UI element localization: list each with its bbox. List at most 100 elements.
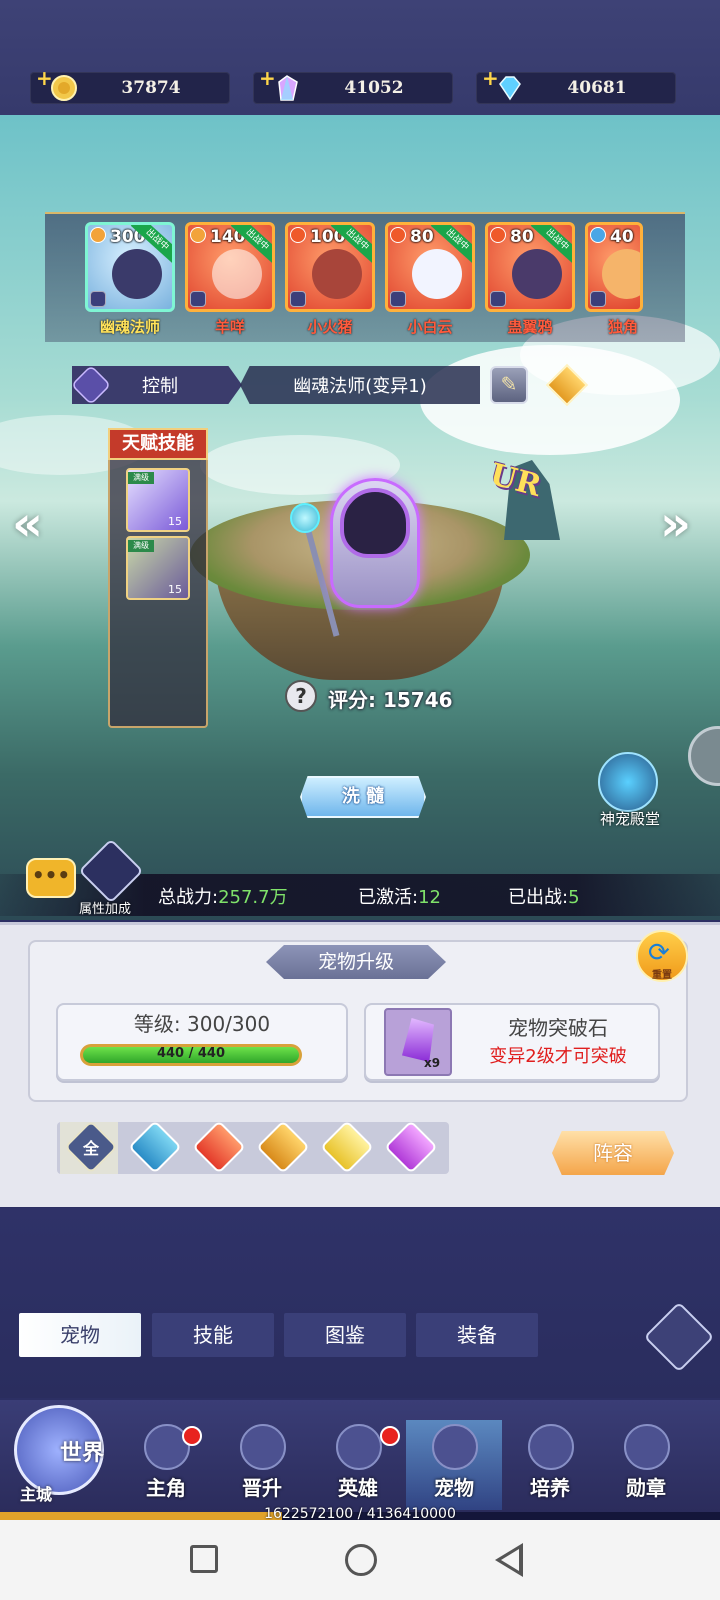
- crystal-value: 41052: [344, 78, 404, 98]
- crystal-icon: [278, 75, 298, 101]
- nav-cultivate[interactable]: 培养: [502, 1420, 598, 1510]
- control-class-icon: [390, 291, 406, 307]
- pet-card-name: 独角: [607, 318, 638, 336]
- talent-skill-slot[interactable]: 满级 15: [126, 536, 190, 600]
- gold-counter[interactable]: + 37874: [30, 66, 230, 104]
- breakthrough-warning: 变异2级才可突破: [489, 1046, 627, 1067]
- tab-skill[interactable]: 技能: [152, 1313, 274, 1357]
- recent-apps-icon[interactable]: [190, 1545, 218, 1573]
- pet-portrait: [212, 249, 262, 299]
- pet-card[interactable]: 100 出战中: [285, 222, 375, 312]
- chat-bubble-icon[interactable]: •••: [26, 858, 76, 898]
- wash-marrow-button[interactable]: 洗 髓: [300, 776, 426, 818]
- level-text: 等级: 300/300: [133, 1012, 271, 1036]
- notification-dot: [380, 1426, 400, 1446]
- diamond-icon: [499, 76, 521, 101]
- max-level-badge: 满级: [128, 472, 154, 484]
- hero-helmet-icon: [336, 1424, 382, 1470]
- world-label: 世界: [60, 1441, 105, 1466]
- pet-level: 80: [410, 227, 434, 247]
- control-class-icon: [90, 291, 106, 307]
- nav-label: 勋章: [626, 1476, 666, 1500]
- pet-cat-icon: [432, 1424, 478, 1470]
- defense-class-icon: [590, 291, 606, 307]
- defense-class-icon: [190, 291, 206, 307]
- talent-skill-title: 天赋技能: [108, 428, 208, 460]
- next-pet-arrow[interactable]: »: [660, 496, 691, 552]
- pet-card-name: 幽魂法师: [99, 318, 160, 336]
- nav-promotion[interactable]: 晋升: [214, 1420, 310, 1510]
- total-power: 总战力:257.7万: [158, 883, 288, 909]
- pet-card-name: 羊咩: [214, 318, 245, 336]
- pet-name: 幽魂法师(变异1): [293, 376, 427, 397]
- pet-card[interactable]: 140 出战中: [185, 222, 275, 312]
- tab-codex[interactable]: 图鉴: [284, 1313, 406, 1357]
- pet-portrait: [602, 249, 640, 299]
- lineup-button[interactable]: 阵容: [552, 1131, 674, 1175]
- pet-card[interactable]: 40: [585, 222, 643, 312]
- main-city-label: 主城: [20, 1485, 53, 1504]
- pet-card-name: 小火猪: [307, 318, 353, 336]
- pet-portrait: [412, 249, 462, 299]
- nav-label: 宠物: [434, 1476, 474, 1500]
- water-element-icon: [590, 227, 606, 243]
- help-icon[interactable]: ?: [285, 680, 317, 712]
- nav-medal[interactable]: 勋章: [598, 1420, 694, 1510]
- pet-level: 40: [610, 227, 634, 247]
- reset-button[interactable]: ⟳ 重置: [636, 930, 688, 982]
- nav-pet[interactable]: 宠物: [406, 1420, 502, 1510]
- activated-value: 12: [418, 887, 441, 908]
- refresh-icon: ⟳: [648, 938, 670, 968]
- filter-all-label: 全: [82, 1139, 99, 1158]
- world-button[interactable]: 世界 主城: [8, 1395, 118, 1510]
- deployed-count: 已出战:5: [508, 883, 580, 909]
- promotion-icon: [240, 1424, 286, 1470]
- activated-label: 已激活:: [358, 887, 419, 908]
- pet-card-name: 小白云: [407, 318, 453, 336]
- skill-level: 15: [168, 515, 182, 528]
- feather-icon: ✎: [500, 372, 518, 396]
- pet-card[interactable]: 300 出战中: [85, 222, 175, 312]
- medal-icon: [624, 1424, 670, 1470]
- crystal-counter[interactable]: + 41052: [253, 66, 453, 104]
- attribute-bonus-label[interactable]: 属性加成: [68, 898, 142, 917]
- pet-card[interactable]: 80 出战中: [485, 222, 575, 312]
- previous-pet-arrow[interactable]: «: [12, 496, 43, 552]
- back-icon-inner: [501, 1549, 519, 1571]
- pet-card[interactable]: 80 出战中: [385, 222, 475, 312]
- tab-equipment[interactable]: 装备: [416, 1313, 538, 1357]
- gold-value: 37874: [121, 78, 181, 98]
- nav-label: 英雄: [338, 1476, 378, 1500]
- deployed-value: 5: [568, 887, 580, 908]
- attack-class-icon: [490, 291, 506, 307]
- tab-pet[interactable]: 宠物: [19, 1313, 141, 1357]
- max-level-badge: 满级: [128, 540, 154, 552]
- skill-level: 15: [168, 583, 182, 596]
- gold-coin-icon: [51, 75, 77, 101]
- reset-label: 重置: [652, 970, 672, 981]
- rename-button[interactable]: ✎: [490, 366, 528, 404]
- earth-element-icon: [90, 227, 106, 243]
- pet-hood: [340, 488, 410, 558]
- pet-class-label: 控制: [142, 376, 178, 397]
- home-icon[interactable]: [345, 1544, 377, 1576]
- pet-portrait: [312, 249, 362, 299]
- nav-label: 主角: [146, 1476, 186, 1500]
- stone-count: x9: [424, 1056, 441, 1070]
- fire-element-icon: [390, 227, 406, 243]
- diamond-value: 40681: [567, 78, 627, 98]
- pet-portrait: [112, 249, 162, 299]
- nav-label: 培养: [530, 1476, 570, 1500]
- diamond-counter[interactable]: + 40681: [476, 66, 676, 104]
- pet-level: 80: [510, 227, 534, 247]
- fire-element-icon: [490, 227, 506, 243]
- cultivate-icon: [528, 1424, 574, 1470]
- total-power-value: 257.7万: [218, 887, 288, 908]
- skull-orb: [290, 503, 320, 533]
- activated-count: 已激活:12: [358, 883, 441, 909]
- pet-card-name: 蛊翼鸦: [507, 318, 553, 336]
- talent-skill-slot[interactable]: 满级 15: [126, 468, 190, 532]
- upgrade-title: 宠物升级: [266, 945, 446, 979]
- divine-pet-temple-icon[interactable]: [598, 752, 658, 812]
- heal-class-icon: [290, 291, 306, 307]
